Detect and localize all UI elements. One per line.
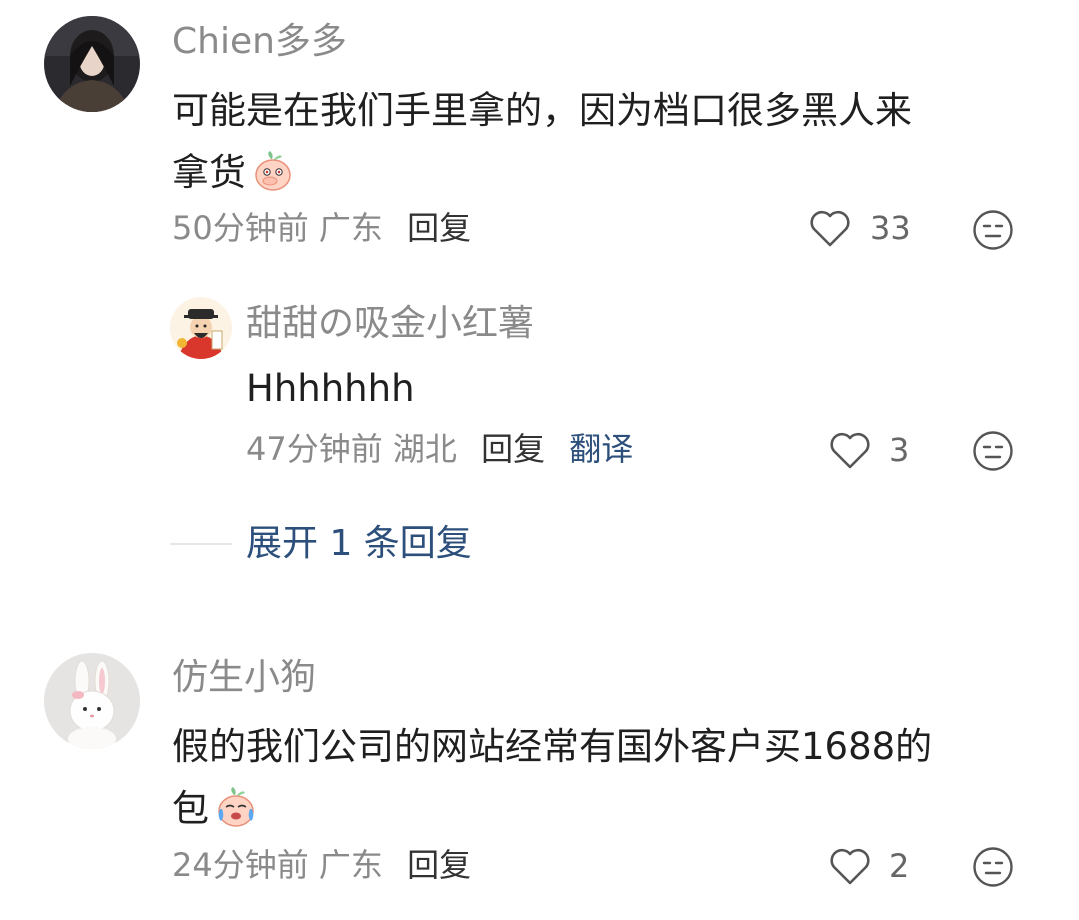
reply-button[interactable]: 回复 (481, 430, 545, 468)
comment-text: 可能是在我们手里拿的，因为档口很多黑人来 拿货 (172, 80, 1032, 204)
comment-text: Hhhhhhh (246, 367, 415, 410)
comment-location: 湖北 (392, 430, 457, 468)
expand-replies-button[interactable]: 展开 1 条回复 (246, 526, 472, 562)
avatar[interactable] (44, 16, 140, 112)
like-count: 3 (889, 431, 910, 469)
like-count: 2 (889, 847, 910, 885)
comment-location: 广东 (318, 846, 383, 884)
comment-time: 47分钟前 (246, 430, 383, 468)
username[interactable]: Chien多多 (172, 24, 347, 60)
comment-text: 假的我们公司的网站经常有国外客户买1688的 包 (172, 716, 1032, 840)
dislike-button[interactable] (972, 846, 1014, 888)
like-button[interactable] (808, 208, 852, 250)
peach-crying-emoji-icon (213, 783, 259, 829)
peach-covering-mouth-emoji-icon (250, 147, 296, 193)
avatar[interactable] (170, 297, 232, 359)
comment-location: 广东 (318, 209, 383, 247)
comment-text-line: 假的我们公司的网站经常有国外客户买1688的 (172, 725, 933, 768)
dislike-button[interactable] (972, 209, 1014, 251)
unamused-face-icon (973, 847, 1013, 887)
like-button[interactable] (828, 430, 872, 472)
avatar[interactable] (44, 653, 140, 749)
unamused-face-icon (973, 431, 1013, 471)
comment-meta: 50分钟前 广东 回复 (172, 212, 471, 244)
username[interactable]: 仿生小狗 (172, 660, 316, 696)
dislike-button[interactable] (972, 430, 1014, 472)
comment-time: 24分钟前 (172, 846, 309, 884)
comment-meta: 47分钟前 湖北 回复 翻译 (246, 433, 633, 465)
username[interactable]: 甜甜の吸金小红薯 (246, 306, 534, 342)
heart-outline-icon (810, 210, 850, 247)
reply-button[interactable]: 回复 (407, 846, 471, 884)
comment-meta: 24分钟前 广东 回复 (172, 849, 471, 881)
unamused-face-icon (973, 210, 1013, 250)
comment-text-line: 拿货 (172, 151, 246, 194)
comment-text-line: 可能是在我们手里拿的，因为档口很多黑人来 (172, 89, 912, 132)
comment-time: 50分钟前 (172, 209, 309, 247)
like-button[interactable] (828, 846, 872, 888)
expand-divider (170, 543, 232, 545)
comment-text-line: 包 (172, 787, 209, 830)
like-count: 33 (870, 209, 911, 247)
heart-outline-icon (830, 848, 870, 885)
translate-button[interactable]: 翻译 (569, 430, 633, 468)
reply-button[interactable]: 回复 (407, 209, 471, 247)
heart-outline-icon (830, 432, 870, 469)
